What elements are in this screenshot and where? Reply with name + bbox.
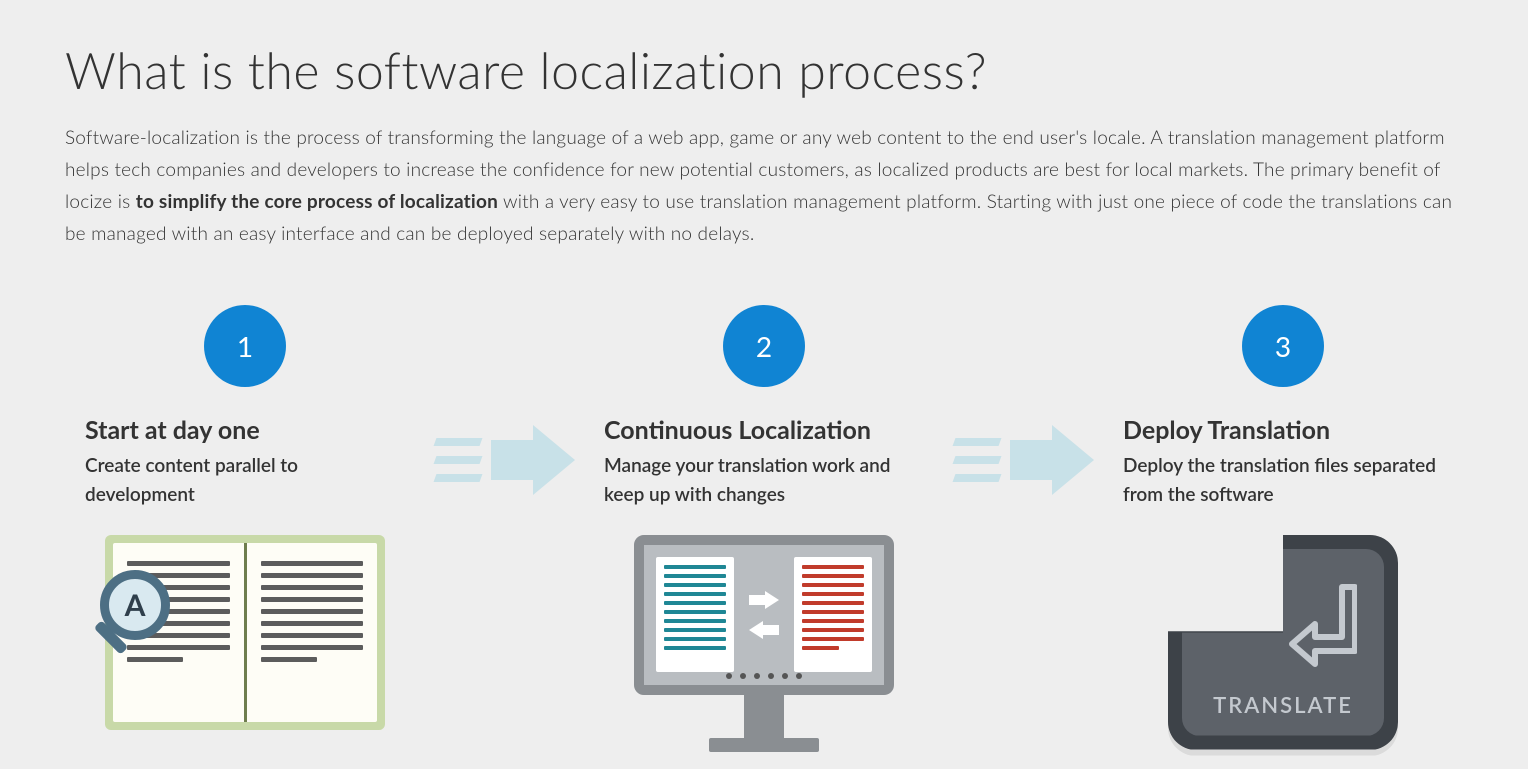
page-title: What is the software localization proces… (65, 40, 1463, 100)
arrow-right-icon (435, 425, 575, 495)
step-2-title: Continuous Localization (604, 415, 871, 445)
computer-icon (627, 535, 902, 760)
step-1-badge: 1 (204, 305, 286, 387)
translate-key-label: TRANSLATE (1213, 691, 1353, 718)
step-3-title: Deploy Translation (1123, 415, 1330, 445)
step-2-badge: 2 (723, 305, 805, 387)
step-3-badge: 3 (1242, 305, 1324, 387)
step-2: 2 Continuous Localization Manage your tr… (604, 305, 924, 760)
step-1: 1 Start at day one Create content parall… (85, 305, 405, 730)
book-icon: A (105, 535, 385, 730)
translate-key-icon: TRANSLATE (1168, 535, 1398, 750)
intro-text-bold: to simplify the core process of localiza… (136, 190, 498, 213)
exchange-icon (749, 591, 779, 639)
step-3: 3 Deploy Translation Deploy the translat… (1123, 305, 1443, 750)
intro-paragraph: Software-localization is the process of … (65, 122, 1463, 250)
steps-row: 1 Start at day one Create content parall… (65, 305, 1463, 760)
step-1-subtitle: Create content parallel to development (85, 451, 405, 510)
magnifying-glass-icon: A (100, 570, 195, 665)
step-3-subtitle: Deploy the translation files separated f… (1123, 451, 1443, 510)
enter-arrow-icon (1287, 582, 1357, 672)
arrow-right-icon (954, 425, 1094, 495)
step-2-subtitle: Manage your translation work and keep up… (604, 451, 924, 510)
step-1-title: Start at day one (85, 415, 260, 445)
